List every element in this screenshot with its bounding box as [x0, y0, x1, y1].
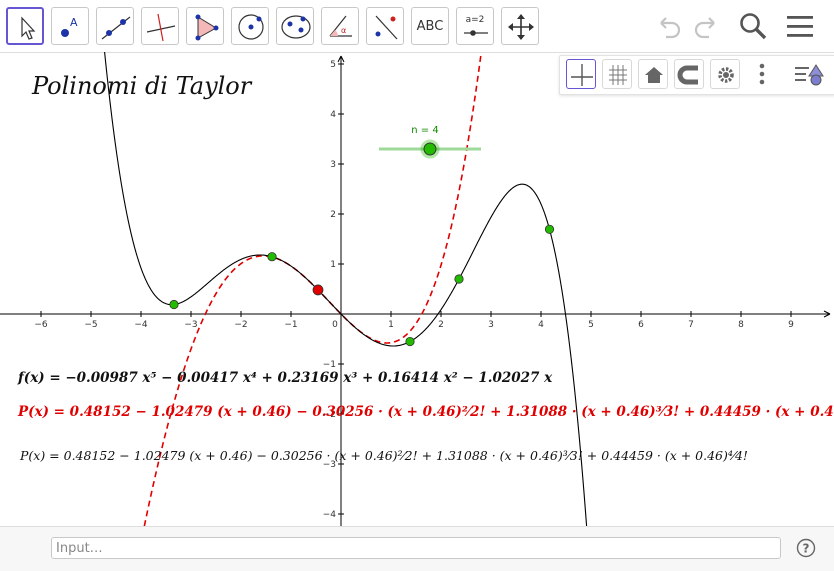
svg-text:α: α	[341, 26, 346, 35]
x-tick-label: 7	[688, 320, 694, 330]
graphics-style-panel	[559, 55, 834, 95]
x-tick-label: −4	[134, 320, 148, 330]
x-tick-label: 4	[538, 320, 544, 330]
slider-icon	[464, 30, 488, 36]
reflect-about-line-icon	[375, 15, 398, 40]
axes-toggle-button[interactable]	[566, 59, 596, 89]
ellipse-tool-button[interactable]	[276, 7, 314, 45]
curve-point[interactable]	[454, 274, 464, 284]
angle-icon: α	[329, 15, 352, 37]
reflect-tool-button[interactable]	[366, 7, 404, 45]
grid-toggle-button[interactable]	[602, 59, 632, 89]
svg-text:?: ?	[803, 542, 810, 556]
curve-point[interactable]	[267, 252, 277, 262]
axes-icon	[571, 64, 593, 86]
x-tick-label: 9	[788, 320, 794, 330]
x-tick-label: 5	[588, 320, 594, 330]
slider-handle[interactable]	[423, 142, 437, 156]
x-tick-label: 8	[738, 320, 744, 330]
function-formula: f(x) = −0.00987 x⁵ − 0.00417 x⁴ + 0.2316…	[18, 370, 553, 386]
x-tick-label: −3	[184, 320, 197, 330]
input-bar: ?	[0, 526, 834, 571]
home-button[interactable]	[638, 59, 668, 89]
polygon-icon	[195, 14, 219, 41]
move-arrows-icon	[508, 14, 534, 40]
toolbar: A α ABC a=2	[0, 0, 834, 53]
x-tick-label: −5	[84, 320, 97, 330]
x-tick-label: −6	[34, 320, 48, 330]
magnet-icon	[677, 65, 698, 85]
expansion-center-point[interactable]	[312, 284, 324, 296]
menu-icon[interactable]	[783, 9, 817, 43]
point-icon: A	[61, 16, 78, 37]
undo-icon[interactable]	[652, 9, 686, 43]
circle-tool-button[interactable]	[231, 7, 269, 45]
x-tick-label: 0	[332, 320, 338, 330]
move-tool-button[interactable]	[6, 7, 44, 45]
y-tick-label: 2	[330, 210, 336, 220]
y-tick-label: 4	[330, 110, 336, 120]
x-tick-label: 1	[388, 320, 394, 330]
x-tick-label: −2	[234, 320, 247, 330]
slider-label: n = 4	[411, 125, 438, 136]
help-icon[interactable]: ?	[796, 538, 816, 558]
slider-n[interactable]: n = 4	[379, 125, 481, 159]
x-tick-label: −1	[284, 320, 297, 330]
home-icon	[645, 67, 663, 83]
svg-text:A: A	[70, 16, 78, 29]
slider-tool-button[interactable]: a=2	[456, 7, 494, 45]
input-field[interactable]	[51, 537, 781, 559]
search-icon[interactable]	[736, 9, 770, 43]
curve-point[interactable]	[405, 336, 415, 347]
style-bar-icon[interactable]	[792, 59, 830, 89]
y-tick-label: −1	[323, 360, 336, 370]
ellipse-icon	[281, 15, 311, 39]
perpendicular-line-icon	[146, 13, 176, 42]
text-tool-label: ABC	[416, 18, 444, 34]
point-tool-button[interactable]: A	[51, 7, 89, 45]
move-graphics-view-tool-button[interactable]	[501, 7, 539, 45]
cursor-arrow-icon	[21, 16, 36, 40]
taylor-formula-plain: P(x) = 0.48152 − 1.02479 (x + 0.46) − 0.…	[20, 448, 748, 463]
taylor-formula: P(x) = 0.48152 − 1.02479 (x + 0.46) − 0.…	[18, 404, 834, 420]
curve-points	[169, 224, 555, 347]
grid-icon	[609, 65, 627, 85]
gear-icon	[718, 67, 734, 83]
y-tick-label: 3	[330, 160, 336, 170]
curve-point[interactable]	[544, 224, 555, 234]
x-tick-label: 6	[638, 320, 644, 330]
line-through-points-icon	[101, 16, 131, 40]
redo-icon[interactable]	[689, 9, 723, 43]
line-tool-button[interactable]	[96, 7, 134, 45]
x-tick-label: 3	[488, 320, 494, 330]
angle-tool-button[interactable]: α	[321, 7, 359, 45]
y-tick-label: 5	[330, 60, 336, 70]
y-tick-label: −4	[323, 510, 337, 520]
graphics-title: Polinomi di Taylor	[31, 72, 253, 100]
curve-point[interactable]	[169, 299, 179, 310]
circle-icon	[238, 14, 264, 40]
more-icon[interactable]	[752, 59, 772, 89]
settings-button[interactable]	[710, 59, 740, 89]
x-tick-label: 2	[438, 320, 444, 330]
perpendicular-line-tool-button[interactable]	[141, 7, 179, 45]
text-tool-button[interactable]: ABC	[411, 7, 449, 45]
polygon-tool-button[interactable]	[186, 7, 224, 45]
snap-button[interactable]	[674, 59, 704, 89]
y-tick-label: 1	[330, 260, 336, 270]
